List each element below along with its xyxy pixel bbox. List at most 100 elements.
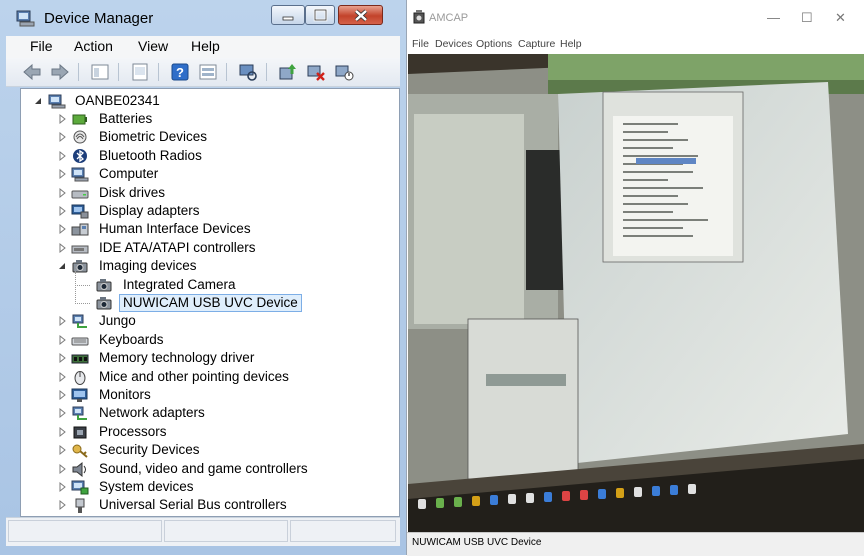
expand-arrow-icon[interactable] (57, 113, 67, 125)
tree-item-label: Biometric Devices (99, 129, 208, 144)
network-icon (72, 314, 87, 328)
tree-category-item[interactable]: Monitors (21, 386, 381, 404)
expand-arrow-icon[interactable] (57, 407, 67, 419)
device-tree[interactable]: OANBE02341 Batteries Biometric Devices Blu… (20, 88, 400, 517)
scan-hardware-icon[interactable] (238, 62, 258, 82)
expand-arrow-icon[interactable] (57, 223, 67, 235)
tree-category-item[interactable]: Universal Serial Bus controllers (21, 496, 381, 514)
amcap-menu-capture[interactable]: Capture (518, 38, 555, 50)
tree-child-item[interactable]: NUWICAM USB UVC Device (21, 285, 381, 312)
monitor-icon (71, 388, 88, 402)
expand-arrow-icon[interactable] (57, 389, 67, 401)
battery-icon (72, 114, 87, 125)
amcap-maximize-button[interactable]: ☐ (801, 10, 813, 26)
tree-item-label: Imaging devices (99, 258, 197, 273)
collapse-arrow-icon[interactable] (57, 260, 67, 272)
tree-category-item[interactable]: System devices (21, 478, 381, 496)
camera-preview (408, 54, 864, 532)
tree-category-item[interactable]: Human Interface Devices (21, 220, 381, 238)
tree-category-item[interactable]: Bluetooth Radios (21, 147, 381, 165)
expand-arrow-icon[interactable] (57, 150, 67, 162)
expand-arrow-icon[interactable] (57, 444, 67, 456)
amcap-title-bar[interactable]: AMCAP — ☐ ✕ (407, 0, 864, 34)
expand-arrow-icon[interactable] (57, 426, 67, 438)
tree-item-label: Mice and other pointing devices (99, 369, 289, 384)
maximize-button[interactable] (305, 5, 335, 25)
expand-arrow-icon[interactable] (57, 131, 67, 143)
minimize-icon (282, 16, 294, 21)
tree-category-item[interactable]: Jungo (21, 312, 381, 330)
tree-category-item[interactable]: Biometric Devices (21, 128, 381, 146)
tree-category-item[interactable]: Security Devices (21, 441, 381, 459)
amcap-minimize-button[interactable]: — (767, 10, 780, 25)
tree-item-label: Network adapters (99, 405, 205, 420)
show-hide-icon[interactable] (90, 62, 110, 82)
uninstall-icon[interactable] (306, 62, 326, 82)
expand-arrow-icon[interactable] (57, 242, 67, 254)
expand-arrow-icon[interactable] (57, 168, 67, 180)
menu-bar: File Action View Help (6, 36, 400, 58)
minimize-button[interactable] (271, 5, 305, 25)
expand-arrow-icon[interactable] (57, 463, 67, 475)
tree-item-label: NUWICAM USB UVC Device (119, 294, 302, 312)
expand-arrow-icon[interactable] (57, 205, 67, 217)
menu-help[interactable]: Help (191, 38, 220, 54)
expand-arrow-icon[interactable] (57, 499, 67, 511)
menu-action[interactable]: Action (74, 38, 113, 54)
tree-category-item[interactable]: Sound, video and game controllers (21, 460, 381, 478)
device-manager-icon (16, 10, 35, 27)
expand-arrow-icon[interactable] (57, 187, 67, 199)
collapse-arrow-icon[interactable] (33, 95, 43, 107)
tree-category-item[interactable]: IDE ATA/ATAPI controllers (21, 239, 381, 257)
tree-connector (75, 285, 90, 304)
tree-category-item[interactable]: Batteries (21, 110, 381, 128)
expand-arrow-icon[interactable] (57, 334, 67, 346)
tree-item-label: Display adapters (99, 203, 200, 218)
tree-category-item[interactable]: Mice and other pointing devices (21, 368, 381, 386)
amcap-menu-help[interactable]: Help (560, 38, 582, 50)
tree-category-item[interactable]: Processors (21, 423, 381, 441)
menu-file[interactable]: File (30, 38, 53, 54)
expand-arrow-icon[interactable] (57, 315, 67, 327)
tree-category-item[interactable]: Disk drives (21, 184, 381, 202)
expand-arrow-icon[interactable] (57, 352, 67, 364)
title-bar[interactable]: Device Manager (0, 0, 406, 36)
tree-item-label: Sound, video and game controllers (99, 461, 308, 476)
toolbar: ? (6, 58, 400, 87)
expand-arrow-icon[interactable] (57, 481, 67, 493)
mouse-icon (74, 371, 86, 385)
bluetooth-icon (73, 149, 87, 163)
speaker-icon (72, 461, 86, 477)
tree-category-item[interactable]: Network adapters (21, 404, 381, 422)
help-icon[interactable]: ? (170, 62, 190, 82)
tree-root[interactable]: OANBE02341 (21, 92, 221, 110)
amcap-menu-devices[interactable]: Devices (435, 38, 472, 50)
tree-item-label: Human Interface Devices (99, 221, 251, 236)
amcap-status-text: NUWICAM USB UVC Device (412, 537, 542, 548)
tree-category-item[interactable]: Keyboards (21, 331, 381, 349)
forward-icon[interactable] (50, 62, 70, 82)
processor-icon (73, 426, 87, 439)
update-driver-icon[interactable] (278, 62, 298, 82)
tree-connector (75, 267, 90, 286)
properties-icon[interactable] (130, 62, 150, 82)
view-icon[interactable] (198, 62, 218, 82)
close-button[interactable] (338, 5, 383, 25)
status-bar (6, 517, 400, 546)
expand-arrow-icon[interactable] (57, 371, 67, 383)
amcap-app-icon (413, 10, 425, 24)
toolbar-separator (158, 63, 159, 81)
back-icon[interactable] (22, 62, 42, 82)
amcap-close-button[interactable]: ✕ (835, 10, 846, 26)
status-pane (164, 520, 288, 542)
amcap-menu-file[interactable]: File (412, 38, 429, 50)
security-key-icon (72, 444, 88, 458)
tree-item-label: IDE ATA/ATAPI controllers (99, 240, 256, 255)
tree-category-item[interactable]: Memory technology driver (21, 349, 381, 367)
tree-category-item[interactable]: Computer (21, 165, 381, 183)
tree-category-item[interactable]: Display adapters (21, 202, 381, 220)
disable-icon[interactable] (334, 62, 354, 82)
menu-view[interactable]: View (138, 38, 168, 54)
amcap-menu-options[interactable]: Options (476, 38, 512, 50)
amcap-status-bar: NUWICAM USB UVC Device (407, 532, 864, 556)
